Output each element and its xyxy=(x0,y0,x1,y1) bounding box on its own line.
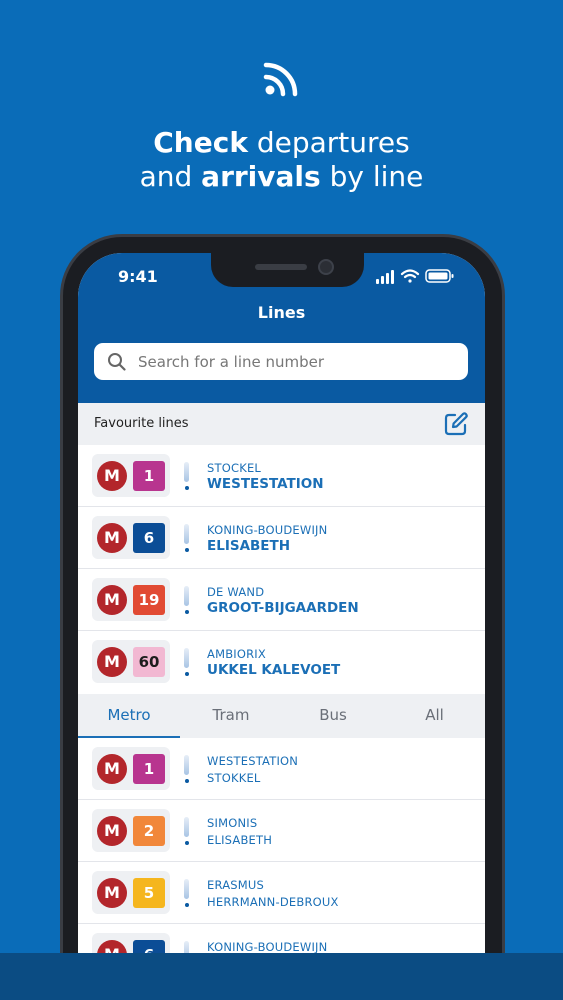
camera xyxy=(318,259,334,275)
favourite-line-row[interactable]: M 60 AMBIORIX UKKEL KALEVOET xyxy=(78,631,485,693)
direction-icon xyxy=(184,755,190,783)
line-terminus-2: STOKKEL xyxy=(207,771,261,785)
promo-headline: Check departures and arrivals by line xyxy=(0,126,563,194)
line-badge: M 60 xyxy=(92,640,170,683)
line-destination: WESTESTATION xyxy=(207,476,324,492)
favourite-line-row[interactable]: M 19 DE WAND GROOT-BIJGAARDEN xyxy=(78,569,485,631)
search-input[interactable] xyxy=(138,343,458,380)
metro-icon: M xyxy=(97,878,127,908)
line-origin: STOCKEL xyxy=(207,461,262,475)
line-number: 19 xyxy=(133,585,165,615)
line-number: 1 xyxy=(133,461,165,491)
line-origin: DE WAND xyxy=(207,585,265,599)
favourites-header: Favourite lines xyxy=(78,403,485,445)
headline-bold-2: arrivals xyxy=(201,160,321,193)
line-terminus-1: KONING-BOUDEWIJN xyxy=(207,940,328,954)
transport-tabs: Metro Tram Bus All xyxy=(78,694,485,739)
direction-icon xyxy=(184,648,190,676)
tab-metro[interactable]: Metro xyxy=(78,694,180,738)
line-number: 6 xyxy=(133,523,165,553)
headline-text-2a: and xyxy=(139,160,202,193)
metro-icon: M xyxy=(97,461,127,491)
line-badge: M 5 xyxy=(92,871,170,914)
direction-icon xyxy=(184,462,190,490)
line-badge: M 6 xyxy=(92,516,170,559)
line-badge: M 2 xyxy=(92,809,170,852)
line-terminus-1: SIMONIS xyxy=(207,816,258,830)
speaker xyxy=(255,264,307,270)
status-time: 9:41 xyxy=(118,267,158,286)
line-badge: M 1 xyxy=(92,747,170,790)
direction-icon xyxy=(184,586,190,614)
metro-icon: M xyxy=(97,647,127,677)
line-number: 2 xyxy=(133,816,165,846)
line-badge: M 19 xyxy=(92,578,170,621)
metro-icon: M xyxy=(97,754,127,784)
search-icon xyxy=(108,353,126,371)
line-badge: M 1 xyxy=(92,454,170,497)
line-terminus-1: ERASMUS xyxy=(207,878,264,892)
line-origin: AMBIORIX xyxy=(207,647,266,661)
search-box[interactable] xyxy=(94,343,468,380)
battery-icon xyxy=(425,269,454,283)
page-title: Lines xyxy=(257,303,306,322)
direction-icon xyxy=(184,817,190,845)
bottom-band xyxy=(0,953,563,1000)
wifi-icon xyxy=(400,269,420,283)
line-terminus-2: HERRMANN-DEBROUX xyxy=(207,895,339,909)
line-row[interactable]: M 5 ERASMUS HERRMANN-DEBROUX xyxy=(78,862,485,924)
headline-text-2b: by line xyxy=(320,160,424,193)
line-row[interactable]: M 1 WESTESTATION STOKKEL xyxy=(78,738,485,800)
phone-screen: 9:41 Lines Favourite lines xyxy=(78,253,485,1000)
line-number: 1 xyxy=(133,754,165,784)
line-terminus-2: ELISABETH xyxy=(207,833,273,847)
line-number: 5 xyxy=(133,878,165,908)
metro-icon: M xyxy=(97,816,127,846)
rss-icon xyxy=(263,62,298,97)
phone-notch xyxy=(211,253,364,287)
line-number: 60 xyxy=(133,647,165,677)
favourite-line-row[interactable]: M 6 KONING-BOUDEWIJN ELISABETH xyxy=(78,507,485,569)
line-terminus-1: WESTESTATION xyxy=(207,754,299,768)
tab-all[interactable]: All xyxy=(384,694,485,738)
line-row[interactable]: M 2 SIMONIS ELISABETH xyxy=(78,800,485,862)
metro-icon: M xyxy=(97,585,127,615)
line-destination: UKKEL KALEVOET xyxy=(207,662,341,678)
tab-bus[interactable]: Bus xyxy=(282,694,384,738)
favourites-title: Favourite lines xyxy=(94,416,189,431)
status-icons xyxy=(376,269,454,284)
headline-text-1: departures xyxy=(247,126,410,159)
line-destination: GROOT-BIJGAARDEN xyxy=(207,600,359,616)
direction-icon xyxy=(184,879,190,907)
favourite-line-row[interactable]: M 1 STOCKEL WESTESTATION xyxy=(78,445,485,507)
metro-icon: M xyxy=(97,523,127,553)
signal-icon xyxy=(376,270,394,284)
line-origin: KONING-BOUDEWIJN xyxy=(207,523,328,537)
edit-icon[interactable] xyxy=(443,411,469,437)
direction-icon xyxy=(184,524,190,552)
tab-tram[interactable]: Tram xyxy=(180,694,282,738)
line-destination: ELISABETH xyxy=(207,538,291,554)
headline-bold-1: Check xyxy=(153,126,248,159)
